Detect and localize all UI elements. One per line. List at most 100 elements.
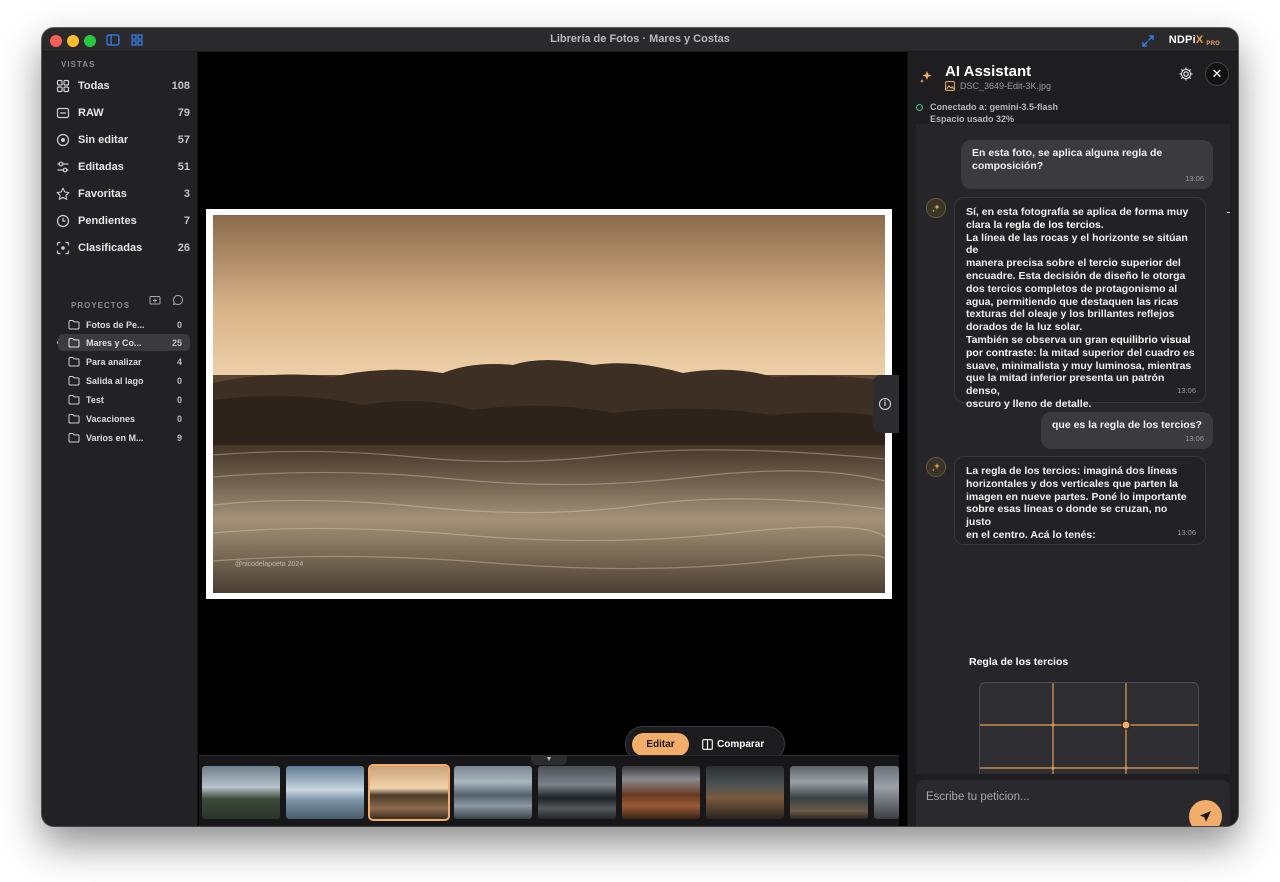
message-text: imagen en nueve partes. Poné lo importan… [966,490,1187,503]
star-icon [56,187,70,200]
message-highlight: equilibrio visual [1110,333,1191,346]
info-button[interactable]: i [873,375,899,433]
gear-icon[interactable] [1178,66,1194,82]
thumbnail[interactable] [706,766,784,819]
sidebar-item-editadas[interactable]: Editadas 51 [56,157,190,177]
message-text: oscuro y lleno de detalle. [966,397,1092,410]
sidebar-item-count: 57 [177,134,190,146]
sparkle-icon [932,463,940,472]
thirds-grid [980,683,1198,774]
sidebar-item-clasificadas[interactable]: Clasificadas 26 [56,238,190,258]
message-text: La línea de las rocas y el horizonte se … [966,231,1188,257]
thumbnail[interactable] [622,766,700,819]
thumbnail[interactable] [538,766,616,819]
photo-viewer: @nicodelapoeta 2024 i Editar Comparar [199,52,899,762]
message-time: 13:06 [1177,386,1196,396]
sidebar-item-count: 108 [171,80,190,92]
compare-button[interactable]: Comparar [702,733,764,756]
project-count: 0 [176,319,182,330]
project-count: 0 [176,375,182,386]
diagram-title: Regla de los tercios [969,656,1069,668]
message-text: También se observa un gran [966,333,1111,346]
sidebar-item-favoritas[interactable]: Favoritas 3 [56,184,190,204]
message-text: : la mitad superior del cuadro es [1033,346,1195,359]
info-icon: i [879,398,891,410]
thumbnail-selected[interactable] [368,764,450,821]
thumbnail[interactable] [790,766,868,819]
project-count: 9 [176,432,182,443]
add-project-icon[interactable] [149,294,161,306]
message-text: manera precisa sobre el [966,257,1090,270]
message-highlight: tercio superior [1089,257,1163,270]
title-bar: Librería de Fotos · Mares y Costas NDPiX… [42,28,1238,52]
ai-assistant-panel: AI Assistant DSC_3649-Edit-3K.jpg ✕ Cone… [907,52,1238,826]
sidebar: VISTAS Todas 108 RAW 79 Sin editar 57 Ed… [42,52,198,826]
prompt-input[interactable]: Escribe tu peticion... [916,780,1230,826]
edit-button[interactable]: Editar [632,733,689,756]
folder-icon [68,395,80,405]
scroll-up-icon[interactable]: ⌃ [1227,212,1230,222]
message-text: agua, permitiendo que destaquen las rica… [966,295,1179,308]
sidebar-item-raw[interactable]: RAW 79 [56,103,190,123]
close-icon: ✕ [1211,66,1223,81]
chat-history[interactable]: En esta foto, se aplica alguna regla de … [916,124,1230,774]
sidebar-item-todas[interactable]: Todas 108 [56,76,190,96]
project-label: Varios en M... [86,432,144,443]
sidebar-item-label: Editadas [78,161,124,173]
thumbnail[interactable] [286,766,364,819]
project-item[interactable]: Varios en M... 9 [58,429,190,446]
sidebar-item-label: Clasificadas [78,242,143,254]
sidebar-item-label: Todas [78,80,110,92]
sidebar-item-label: Favoritas [78,188,127,200]
assistant-avatar [926,457,946,477]
message-highlight: regla de los tercios. [1005,218,1104,231]
sidebar-item-sin-editar[interactable]: Sin editar 57 [56,130,190,150]
sidebar-item-count: 79 [177,107,190,119]
connection-status: Conectado a: gemini-3.5-flash Espacio us… [930,101,1058,125]
user-message: que es la regla de los tercios? 13:06 [1041,412,1213,449]
project-label: Vacaciones [86,413,136,424]
status-indicator [916,104,923,111]
message-time: 13:06 [1185,434,1204,443]
sidebar-item-count: 7 [183,215,190,227]
sidebar-item-label: RAW [78,107,104,119]
chat-icon[interactable] [172,294,184,306]
message-text: que la mitad inferior presenta un patrón… [966,372,1165,398]
sidebar-item-count: 3 [183,188,190,200]
project-item[interactable]: Salida al lago 0 [58,372,190,389]
filmstrip: ▼ [199,755,899,826]
project-item[interactable]: Fotos de Pe... 0 [58,316,190,333]
sidebar-item-pendientes[interactable]: Pendientes 7 [56,211,190,231]
project-item[interactable]: Test 0 [58,391,190,408]
rule-of-thirds-diagram [979,682,1199,774]
send-button[interactable] [1189,800,1222,826]
project-count: 25 [171,337,182,348]
close-panel-button[interactable]: ✕ [1205,62,1229,86]
sidebar-item-count: 26 [177,242,190,254]
project-item-active[interactable]: Mares y Co... 25 [58,334,190,351]
thumbnail[interactable] [874,766,899,819]
folder-icon [68,338,80,348]
image-file-icon [945,81,955,91]
collapse-filmstrip-icon[interactable]: ▼ [531,755,567,765]
message-text: que es la regla de los tercios? [1052,419,1202,431]
project-label: Para analizar [86,356,142,367]
project-label: Fotos de Pe... [86,319,145,330]
main-photo[interactable]: @nicodelapoeta 2024 [213,215,885,593]
message-text: dos tercios completos de protagonismo al [966,282,1178,295]
assistant-message: Sí, en esta fotografía se aplica de form… [954,197,1206,410]
message-text: La regla de los tercios: imaginá dos lín… [966,465,1178,477]
circle-dot-icon [56,133,70,147]
thumbnail[interactable] [454,766,532,819]
assistant-avatar [926,198,946,218]
sparkle-icon [920,71,932,83]
message-text: En esta foto, se aplica alguna regla de [972,147,1163,159]
sliders-icon [57,161,69,173]
project-item[interactable]: Para analizar 4 [58,353,190,370]
project-label: Test [86,394,104,405]
project-item[interactable]: Vacaciones 0 [58,410,190,427]
expand-icon[interactable] [1142,35,1154,47]
sidebar-item-count: 51 [177,161,190,173]
thumbnail[interactable] [202,766,280,819]
photo-watermark: @nicodelapoeta 2024 [235,561,304,568]
